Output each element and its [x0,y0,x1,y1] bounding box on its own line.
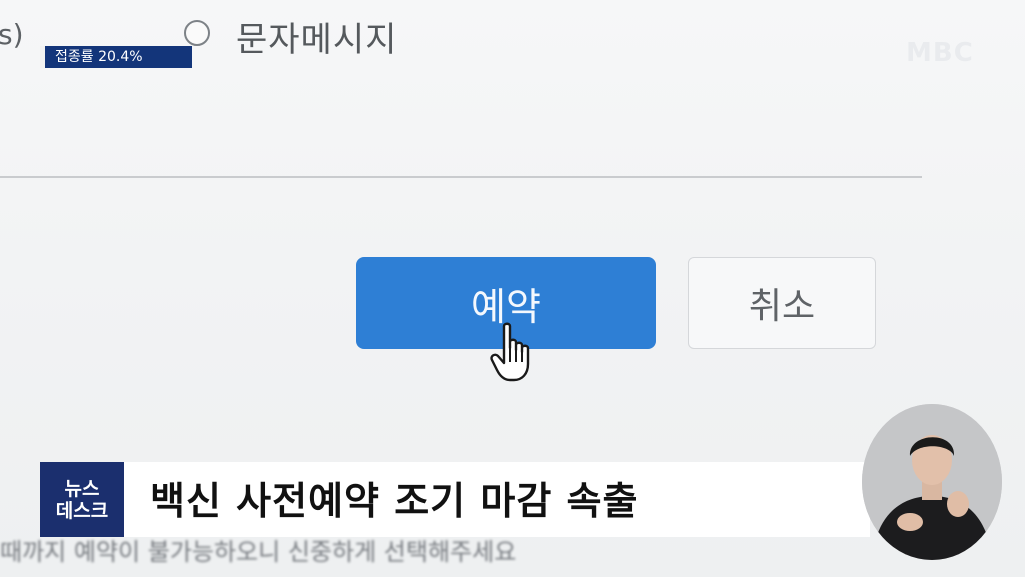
headline-text: 백신 사전예약 조기 마감 속출 [150,479,639,523]
partial-option-text: s) [0,18,24,51]
hand-pointer-icon [490,322,530,382]
sign-language-interpreter-inset [862,404,1002,560]
vaccination-rate-badge: 접종률 20.4% [40,46,192,68]
broadcaster-logo: MBC [906,38,974,68]
notice-text: 때까지 예약이 불가능하오니 신중하게 선택해주세요 [0,538,517,566]
broadcaster-logo-text: MBC [906,38,974,68]
program-logo: 뉴스 데스크 [40,462,124,537]
sms-option-label: 문자메시지 [236,20,398,60]
vaccination-rate-text: 접종률 20.4% [55,49,143,65]
form-divider [0,176,922,178]
program-logo-line2: 데스크 [55,499,109,522]
sms-radio-button[interactable] [184,20,210,46]
cancel-button-label: 취소 [748,286,816,327]
program-logo-line1: 뉴스 [64,477,100,500]
cancel-button[interactable]: 취소 [688,257,876,349]
interpreter-figure [862,404,1002,560]
